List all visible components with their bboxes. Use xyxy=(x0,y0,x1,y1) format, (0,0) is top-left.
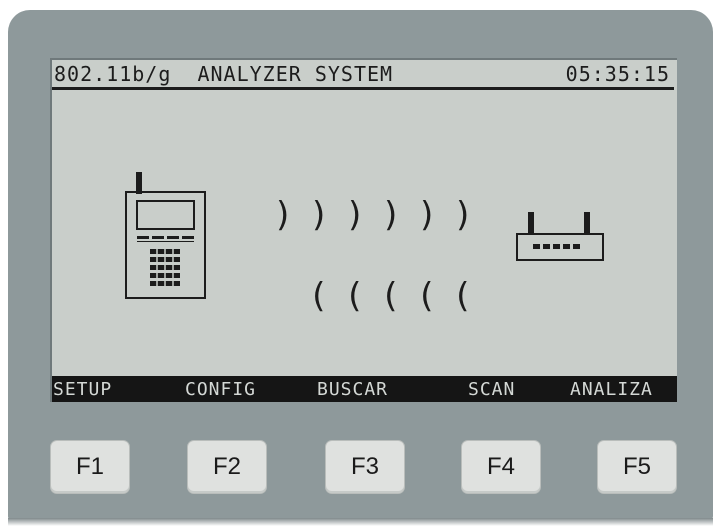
softkey-buscar[interactable]: BUSCAR xyxy=(317,376,388,402)
signal-wave-in: ( xyxy=(344,276,364,316)
signal-wave-out: ) xyxy=(345,195,365,235)
f3-button[interactable]: F3 xyxy=(325,440,405,494)
signal-wave-out: ) xyxy=(273,195,293,235)
f5-button[interactable]: F5 xyxy=(597,440,677,494)
signal-wave-out: ) xyxy=(381,195,401,235)
f4-button[interactable]: F4 xyxy=(461,440,541,494)
signal-wave-in: ( xyxy=(308,276,328,316)
f2-button[interactable]: F2 xyxy=(187,440,267,494)
signal-waves-outgoing: )))))) xyxy=(273,195,473,235)
softkey-config[interactable]: CONFIG xyxy=(185,376,256,402)
handheld-analyzer-icon xyxy=(125,172,206,299)
device-bezel-edge xyxy=(8,518,713,526)
signal-wave-out: ) xyxy=(309,195,329,235)
f1-button[interactable]: F1 xyxy=(50,440,130,494)
signal-wave-out: ) xyxy=(453,195,473,235)
signal-wave-in: ( xyxy=(452,276,472,316)
signal-wave-in: ( xyxy=(416,276,436,316)
softkey-scan[interactable]: SCAN xyxy=(468,376,515,402)
softkey-bar: SETUP CONFIG BUSCAR SCAN ANALIZA xyxy=(52,376,677,402)
link-illustration: )))))) ( ( ( ( ( xyxy=(125,172,604,316)
wireless-router-icon xyxy=(516,212,604,261)
signal-wave-out: ) xyxy=(417,195,437,235)
softkey-analiza[interactable]: ANALIZA xyxy=(570,376,653,402)
lcd-screen: 802.11b/g ANALYZER SYSTEM 05:35:15)))… xyxy=(50,58,677,402)
signal-waves-incoming: ( ( ( ( ( xyxy=(308,276,472,316)
signal-wave-in: ( xyxy=(380,276,400,316)
softkey-setup[interactable]: SETUP xyxy=(53,376,112,402)
